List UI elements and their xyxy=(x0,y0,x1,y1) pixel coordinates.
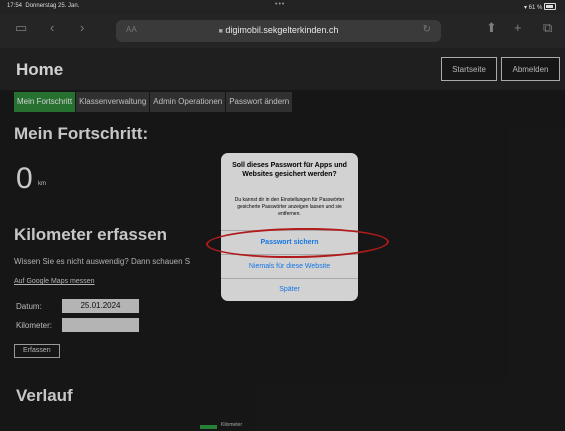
wifi-icon: ▾ xyxy=(523,5,527,11)
save-password-dialog: Soll dieses Passwort für Apps und Websit… xyxy=(221,153,358,301)
lock-icon: ■ xyxy=(218,28,223,35)
never-for-site-button[interactable]: Niemals für diese Website xyxy=(221,255,358,278)
status-bar: 17:54 Donnerstag 25. Jan. ••• ▾ 61 % xyxy=(0,0,565,14)
share-icon[interactable]: ⬆ xyxy=(486,20,497,36)
tabs-icon[interactable]: ⧉ xyxy=(543,20,552,36)
new-tab-icon[interactable]: + xyxy=(514,20,522,35)
battery-percent: 61 % xyxy=(528,5,543,11)
later-button[interactable]: Später xyxy=(221,278,358,301)
browser-toolbar: ▭ ‹ › AA ■ digimobil.sekgelterkinden.ch … xyxy=(0,14,565,48)
sidebar-icon[interactable]: ▭ xyxy=(15,20,27,36)
multitask-dots[interactable]: ••• xyxy=(275,1,285,8)
status-right: ▾ 61 % xyxy=(524,3,556,11)
forward-icon[interactable]: › xyxy=(80,20,84,35)
battery-icon xyxy=(544,3,556,10)
dialog-title: Soll dieses Passwort für Apps und Websit… xyxy=(232,162,347,178)
status-time: 17:54 Donnerstag 25. Jan. xyxy=(7,3,80,9)
back-icon[interactable]: ‹ xyxy=(50,20,54,35)
reload-icon[interactable]: ↻ xyxy=(423,24,431,35)
url-text: ■ digimobil.sekgelterkinden.ch xyxy=(218,25,339,35)
dialog-message: Du kannst dir in den Einstellungen für P… xyxy=(234,197,345,217)
address-bar[interactable]: AA ■ digimobil.sekgelterkinden.ch ↻ xyxy=(116,20,441,42)
